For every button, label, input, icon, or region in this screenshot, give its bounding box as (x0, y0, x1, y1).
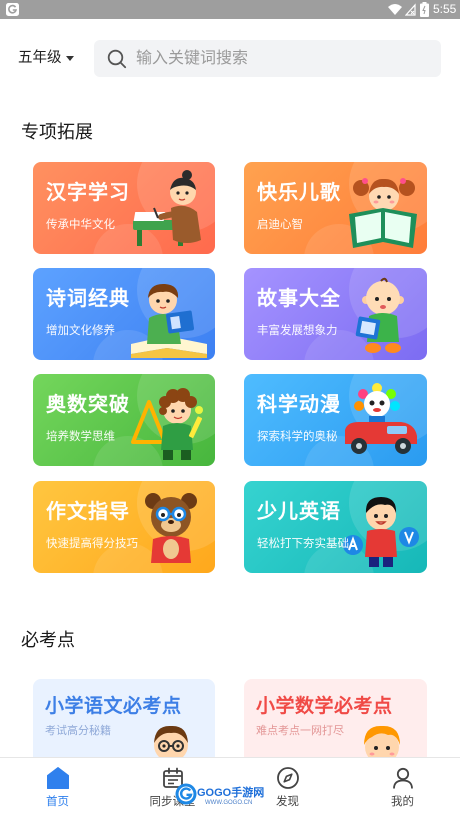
user-icon (392, 767, 413, 789)
tab-label: 我的 (391, 796, 414, 808)
card-title: 汉字学习 (46, 182, 130, 204)
card-title: 少儿英语 (257, 501, 341, 523)
card-subtitle: 传承中华文化 (46, 219, 115, 231)
card-subtitle: 启迪心智 (257, 219, 303, 231)
must-card-title: 小学语文必考点 (45, 696, 182, 717)
baby-book-illustration (355, 277, 404, 353)
bear-glasses-illustration (145, 493, 197, 563)
card-olympiad-math[interactable]: 奥数突破 培养数学思维 (33, 374, 215, 466)
search-icon (107, 49, 127, 69)
card-title: 作文指导 (46, 501, 130, 523)
grade-selector[interactable]: 五年级 (18, 49, 74, 67)
grade-label: 五年级 (18, 50, 62, 66)
card-subtitle: 探索科学的奥秘 (257, 431, 338, 443)
boy-writing-illustration (133, 170, 201, 246)
card-title: 诗词经典 (46, 288, 130, 310)
must-card-title: 小学数学必考点 (256, 696, 393, 717)
section-title-must: 必考点 (21, 630, 75, 650)
must-card-subtitle: 难点考点一网打尽 (256, 725, 344, 737)
home-icon (46, 767, 69, 789)
card-subtitle: 丰富发展想象力 (257, 325, 338, 337)
card-composition[interactable]: 作文指导 快速提高得分技巧 (33, 481, 215, 573)
card-subtitle: 增加文化修养 (46, 325, 115, 337)
watermark-logo-icon (175, 783, 197, 805)
status-time: 5:55 (433, 2, 457, 16)
boy-letters-illustration (343, 497, 419, 567)
watermark: GOGO手游网 WWW.GOGO.CN (175, 782, 267, 808)
app-notification-icon (6, 3, 19, 16)
battery-icon (420, 2, 429, 17)
card-subtitle: 快速提高得分技巧 (46, 538, 138, 550)
tab-home[interactable]: 首页 (0, 758, 115, 818)
watermark-brand: GOGO手游网 (197, 787, 265, 799)
card-title: 故事大全 (257, 288, 341, 310)
card-subtitle: 培养数学思维 (46, 431, 115, 443)
card-title: 奥数突破 (46, 394, 130, 416)
card-title: 快乐儿歌 (257, 182, 341, 204)
signal-icon (405, 3, 416, 16)
search-input[interactable] (136, 40, 426, 77)
status-bar: 5:55 (0, 0, 460, 19)
card-songs[interactable]: 快乐儿歌 启迪心智 (244, 162, 427, 254)
girl-book-illustration (349, 178, 417, 248)
compass-icon (276, 767, 299, 789)
boy-reading-illustration (131, 283, 207, 358)
card-stories[interactable]: 故事大全 丰富发展想象力 (244, 268, 427, 360)
must-card-subtitle: 考试高分秘籍 (45, 725, 111, 737)
wifi-icon (388, 4, 402, 15)
card-english[interactable]: 少儿英语 轻松打下夯实基础 (244, 481, 427, 573)
search-bar[interactable] (94, 40, 441, 77)
caret-down-icon (65, 55, 74, 61)
card-science-cartoon[interactable]: 科学动漫 探索科学的奥秘 (244, 374, 427, 466)
tab-label: 首页 (46, 796, 69, 808)
card-poetry[interactable]: 诗词经典 增加文化修养 (33, 268, 215, 360)
tab-profile[interactable]: 我的 (345, 758, 460, 818)
section-title-special: 专项拓展 (21, 122, 93, 142)
watermark-url: WWW.GOGO.CN (205, 800, 253, 806)
kid-ruler-illustration (131, 388, 203, 460)
card-hanzi[interactable]: 汉字学习 传承中华文化 (33, 162, 215, 254)
robot-car-illustration (345, 383, 417, 454)
card-title: 科学动漫 (257, 394, 341, 416)
card-subtitle: 轻松打下夯实基础 (257, 538, 349, 550)
